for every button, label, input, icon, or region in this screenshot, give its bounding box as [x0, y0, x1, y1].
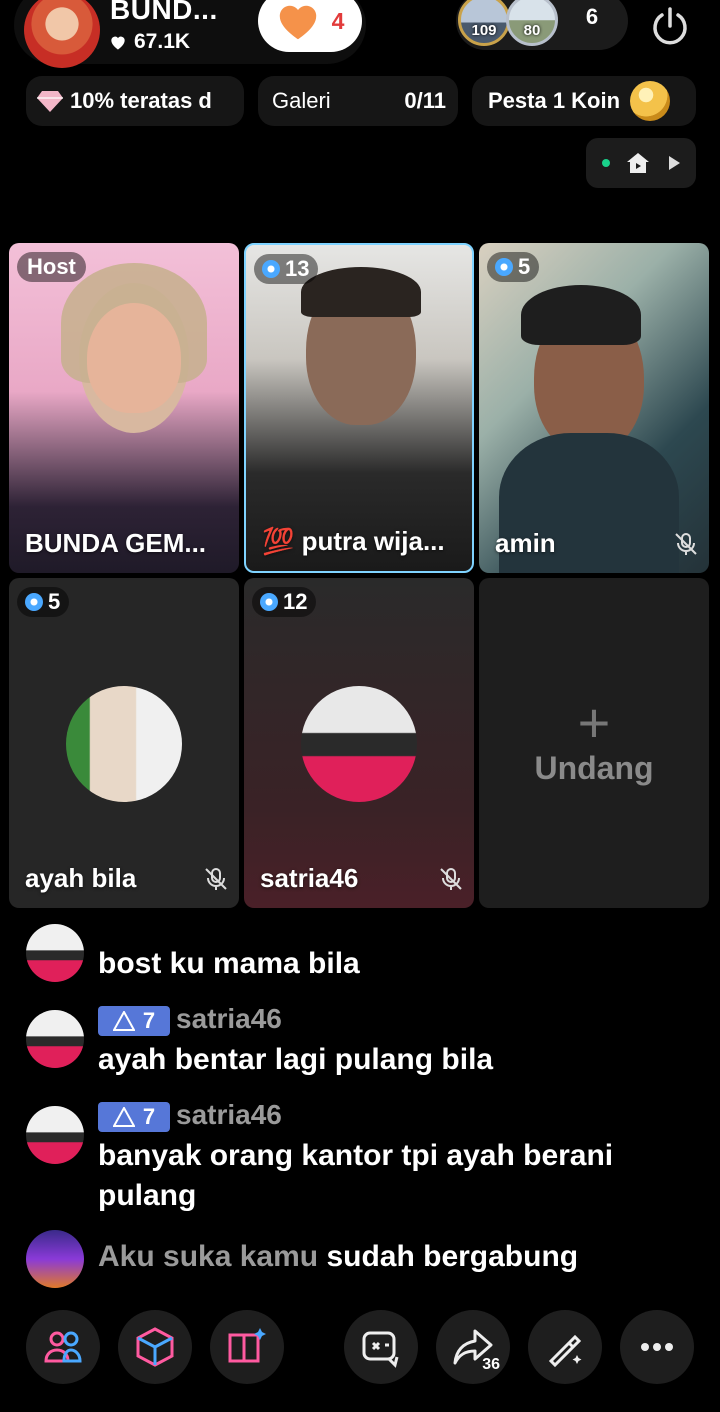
diamond-icon: [37, 91, 63, 112]
join-username[interactable]: Aku suka kamu: [98, 1240, 318, 1273]
mic-off-icon: [440, 868, 462, 890]
chat-message: bost ku mama bila: [98, 947, 360, 980]
join-text: sudah bergabung: [326, 1240, 579, 1273]
chat-avatar[interactable]: [26, 1230, 84, 1288]
level-icon: [112, 1107, 135, 1127]
invite-label: Undang: [534, 750, 654, 786]
gem-icon: [260, 593, 278, 611]
video-tile-guest[interactable]: 13 💯 putra wija...: [244, 243, 474, 573]
host-likes-count: 67.1K: [134, 30, 191, 53]
chat-message: ayah bentar lagi pulang bila: [98, 1043, 494, 1076]
chat-avatar[interactable]: [26, 1010, 84, 1068]
invite-tile[interactable]: + Undang: [479, 578, 709, 908]
guest-avatar: [66, 686, 182, 802]
chat-avatar[interactable]: [26, 1106, 84, 1164]
power-icon[interactable]: [648, 4, 692, 48]
rank-pill[interactable]: 10% teratas d: [26, 76, 244, 126]
tile-name: satria46: [260, 863, 359, 893]
heart-icon: [111, 36, 125, 50]
party-label: Pesta 1 Koin: [488, 88, 621, 113]
level-badge: 5: [487, 252, 540, 282]
share-count: 36: [482, 1356, 500, 1373]
box-icon: [136, 1327, 174, 1367]
host-likes: 67.1K: [108, 30, 190, 54]
follow-button[interactable]: 4: [258, 0, 362, 52]
box-button[interactable]: [118, 1310, 192, 1384]
guest-avatar: [301, 686, 417, 802]
chat-message: banyak orang kantor tpi ayah berani pula…: [98, 1139, 614, 1212]
tile-name: BUNDA GEM...: [25, 528, 207, 558]
gem-icon: [495, 258, 513, 276]
coin-party-pill[interactable]: Pesta 1 Koin: [472, 76, 696, 126]
gallery-count: 0/11: [404, 88, 446, 113]
rank-text: 10% teratas d: [70, 88, 212, 113]
play-icon: [668, 156, 680, 170]
stream-control[interactable]: [586, 138, 696, 188]
viewer-list[interactable]: 109 80 6: [456, 0, 628, 52]
gem-icon: [25, 593, 43, 611]
host-name[interactable]: BUND...: [110, 0, 218, 26]
book-sparkle-icon: [228, 1328, 266, 1363]
heart-icon: [279, 5, 316, 40]
tile-name: ayah bila: [25, 863, 137, 893]
mic-off-icon: [205, 868, 227, 890]
book-button[interactable]: [210, 1310, 284, 1384]
join-notice: Aku suka kamu sudah bergabung: [98, 1240, 578, 1274]
video-tile-guest[interactable]: 12 satria46: [244, 578, 474, 908]
level-badge: 7: [98, 1102, 170, 1132]
level-badge: 13: [254, 254, 319, 284]
more-button[interactable]: [620, 1310, 694, 1384]
level-icon: [112, 1011, 135, 1031]
game-button[interactable]: [344, 1310, 418, 1384]
gem-icon: [262, 260, 280, 278]
level-badge: 5: [17, 587, 70, 617]
tile-name: 💯 putra wija...: [262, 526, 445, 556]
video-tile-guest[interactable]: 5 amin: [479, 243, 709, 573]
video-tile-guest[interactable]: 5 ayah bila: [9, 578, 239, 908]
more-icon: [641, 1343, 673, 1351]
chat-username[interactable]: satria46: [176, 1003, 282, 1035]
magic-button[interactable]: [528, 1310, 602, 1384]
people-icon: [44, 1331, 82, 1363]
gallery-pill[interactable]: Galeri 0/11: [258, 76, 458, 126]
follow-count: 4: [331, 7, 345, 34]
chat-username[interactable]: satria46: [176, 1099, 282, 1131]
gallery-label: Galeri: [272, 88, 331, 113]
people-button[interactable]: [26, 1310, 100, 1384]
magic-wand-icon: [548, 1334, 582, 1368]
level-badge: 12: [252, 587, 317, 617]
home-icon: [627, 153, 649, 173]
live-dot: [601, 159, 610, 167]
viewer-count[interactable]: 6: [572, 4, 612, 30]
host-badge: Host: [17, 252, 86, 282]
level-badge: 7: [98, 1006, 170, 1036]
chat-avatar[interactable]: [26, 924, 84, 982]
mic-off-icon: [675, 533, 697, 555]
game-icon: [362, 1331, 399, 1368]
share-button[interactable]: 36: [436, 1310, 510, 1384]
plus-icon: +: [577, 691, 611, 754]
coin-icon: [630, 81, 671, 121]
tile-name: amin: [495, 528, 556, 558]
video-tile-host[interactable]: Host BUNDA GEM...: [9, 243, 239, 573]
